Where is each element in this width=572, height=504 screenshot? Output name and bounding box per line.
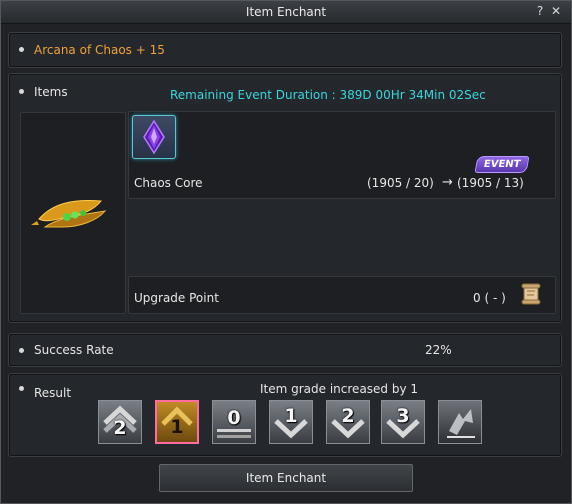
grade-option-minus-1[interactable]: 1 [155, 400, 199, 444]
material-after: (1905 / 13) [457, 176, 524, 190]
result-label: Result [34, 386, 72, 400]
grade-label: 1 [284, 405, 298, 427]
grade-label: 2 [113, 417, 127, 439]
items-panel: Items Remaining Event Duration : 389D 00… [8, 73, 562, 323]
help-button[interactable]: ? [533, 4, 547, 19]
bullet-icon [19, 89, 24, 94]
success-rate-value: 22% [425, 343, 452, 357]
weapon-icon [31, 200, 107, 228]
material-current: (1905 / 20) [367, 176, 434, 190]
item-enchant-button[interactable]: Item Enchant [159, 464, 413, 492]
chaos-core-slot[interactable] [132, 115, 176, 159]
item-enchant-window: Item Enchant ? ✕ Arcana of Chaos + 15 It… [0, 0, 572, 504]
grade-label: 3 [396, 405, 410, 427]
arrow-icon: → [442, 175, 453, 190]
grade-option-break[interactable] [438, 400, 482, 444]
event-duration: Remaining Event Duration : 389D 00Hr 34M… [170, 88, 486, 102]
grade-option-0[interactable]: 0 [212, 400, 256, 444]
item-name-panel: Arcana of Chaos + 15 [8, 32, 562, 68]
grade-option-minus-2[interactable]: 2 [98, 400, 142, 444]
scroll-icon[interactable] [518, 281, 544, 307]
item-name: Arcana of Chaos + 15 [34, 43, 165, 57]
upgrade-point-label: Upgrade Point [134, 291, 219, 305]
grade-option-plus-2[interactable]: 2 [326, 400, 370, 444]
items-label: Items [34, 85, 68, 99]
bullet-icon [19, 47, 24, 52]
grade-option-plus-3[interactable]: 3 [381, 400, 425, 444]
success-rate-label: Success Rate [34, 343, 114, 357]
upgrade-point-value: 0 ( - ) [473, 291, 506, 305]
grade-option-plus-1[interactable]: 1 [269, 400, 313, 444]
close-button[interactable]: ✕ [549, 4, 563, 19]
broken-item-icon [447, 409, 475, 438]
material-name: Chaos Core [134, 176, 203, 190]
bullet-icon [19, 386, 24, 391]
chaos-core-icon [143, 119, 165, 155]
result-message: Item grade increased by 1 [260, 382, 419, 396]
title-bar[interactable]: Item Enchant ? ✕ [1, 1, 571, 24]
window-title: Item Enchant [245, 5, 327, 19]
grade-label: 1 [170, 416, 184, 438]
grade-label: 2 [341, 405, 355, 427]
grade-label: 0 [227, 407, 241, 429]
bullet-icon [19, 348, 24, 353]
event-badge: EVENT [474, 156, 530, 173]
item-slot[interactable] [20, 112, 126, 314]
success-rate-panel: Success Rate 22% [8, 333, 562, 367]
